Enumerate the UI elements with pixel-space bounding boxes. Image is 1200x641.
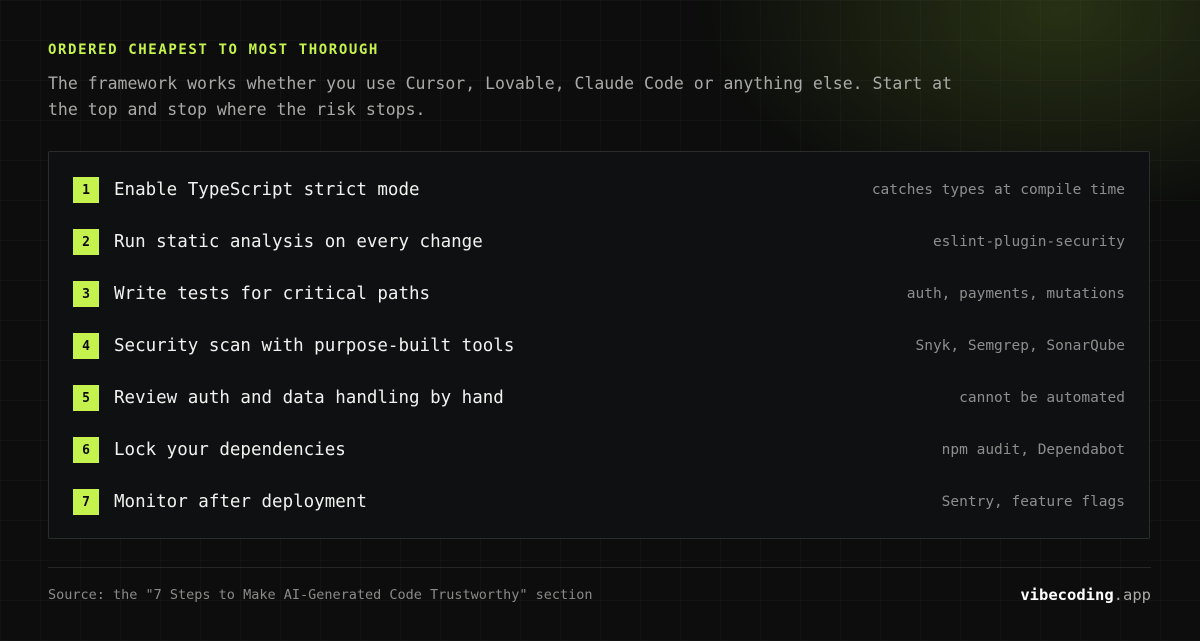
step-number-badge: 3	[73, 281, 99, 307]
source-caption: Source: the "7 Steps to Make AI-Generate…	[48, 587, 593, 603]
step-note: eslint-plugin-security	[932, 234, 1125, 250]
step-item: 1 Enable TypeScript strict mode catches …	[73, 177, 1125, 203]
brand-tld: .app	[1113, 586, 1151, 604]
step-note: auth, payments, mutations	[906, 286, 1125, 302]
steps-panel: 1 Enable TypeScript strict mode catches …	[48, 151, 1150, 539]
step-item: 2 Run static analysis on every change es…	[73, 229, 1125, 255]
step-number-badge: 1	[73, 177, 99, 203]
step-title: Run static analysis on every change	[114, 232, 483, 252]
step-title: Enable TypeScript strict mode	[114, 180, 420, 200]
step-note: cannot be automated	[959, 390, 1125, 406]
step-item: 7 Monitor after deployment Sentry, featu…	[73, 489, 1125, 515]
step-number-badge: 6	[73, 437, 99, 463]
brand-name: vibecoding	[1020, 586, 1114, 604]
step-number-badge: 5	[73, 385, 99, 411]
eyebrow-label: ORDERED CHEAPEST TO MOST THOROUGH	[48, 42, 379, 58]
step-note: npm audit, Dependabot	[941, 442, 1125, 458]
step-item: 5 Review auth and data handling by hand …	[73, 385, 1125, 411]
step-number-badge: 4	[73, 333, 99, 359]
step-title: Security scan with purpose-built tools	[114, 336, 515, 356]
intro-text: The framework works whether you use Curs…	[48, 74, 952, 119]
step-item: 6 Lock your dependencies npm audit, Depe…	[73, 437, 1125, 463]
step-title: Write tests for critical paths	[114, 284, 431, 304]
brand-logo[interactable]: vibecoding.app	[1020, 586, 1151, 604]
step-number-badge: 2	[73, 229, 99, 255]
step-title: Review auth and data handling by hand	[114, 388, 504, 408]
step-item: 4 Security scan with purpose-built tools…	[73, 333, 1125, 359]
step-item: 3 Write tests for critical paths auth, p…	[73, 281, 1125, 307]
step-title: Lock your dependencies	[114, 440, 346, 460]
step-note: catches types at compile time	[871, 182, 1125, 198]
step-number-badge: 7	[73, 489, 99, 515]
step-note: Sentry, feature flags	[941, 494, 1125, 510]
step-note: Snyk, Semgrep, SonarQube	[915, 338, 1125, 354]
footer-divider	[48, 567, 1151, 568]
step-title: Monitor after deployment	[114, 492, 367, 512]
